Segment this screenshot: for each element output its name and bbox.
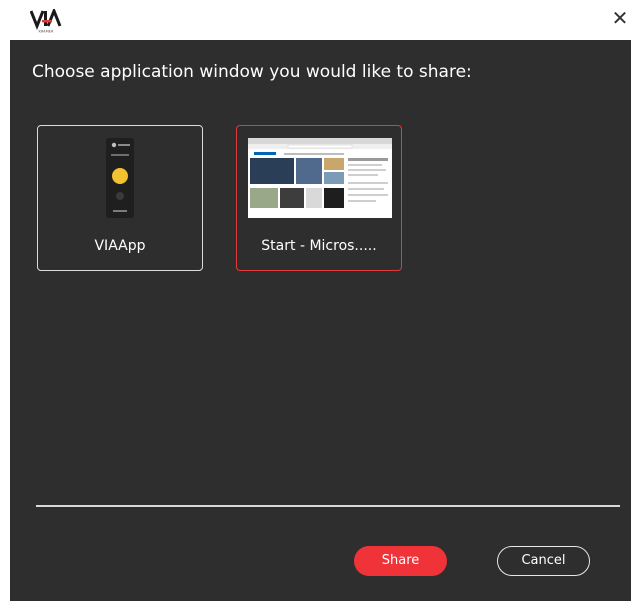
browser-thumbnail bbox=[248, 138, 392, 218]
prompt-text: Choose application window you would like… bbox=[32, 62, 472, 82]
share-window-dialog: Choose application window you would like… bbox=[10, 40, 631, 601]
share-button[interactable]: Share bbox=[354, 546, 447, 576]
close-icon[interactable]: ✕ bbox=[612, 6, 629, 30]
cancel-button[interactable]: Cancel bbox=[497, 546, 590, 576]
window-tile-start-microsoft[interactable]: Start - Micros..... bbox=[236, 125, 402, 271]
window-tile-viaapp[interactable]: VIAApp bbox=[37, 125, 203, 271]
via-logo: KRAMER bbox=[30, 9, 62, 34]
close-button[interactable]: ✕ bbox=[609, 6, 631, 30]
viaapp-thumbnail bbox=[106, 138, 134, 218]
tile-label-start-microsoft: Start - Micros..... bbox=[261, 238, 377, 254]
logo-subtext: KRAMER bbox=[38, 30, 54, 34]
tile-label-viaapp: VIAApp bbox=[94, 238, 146, 254]
divider bbox=[36, 505, 620, 507]
title-bar: KRAMER ✕ bbox=[0, 0, 631, 40]
